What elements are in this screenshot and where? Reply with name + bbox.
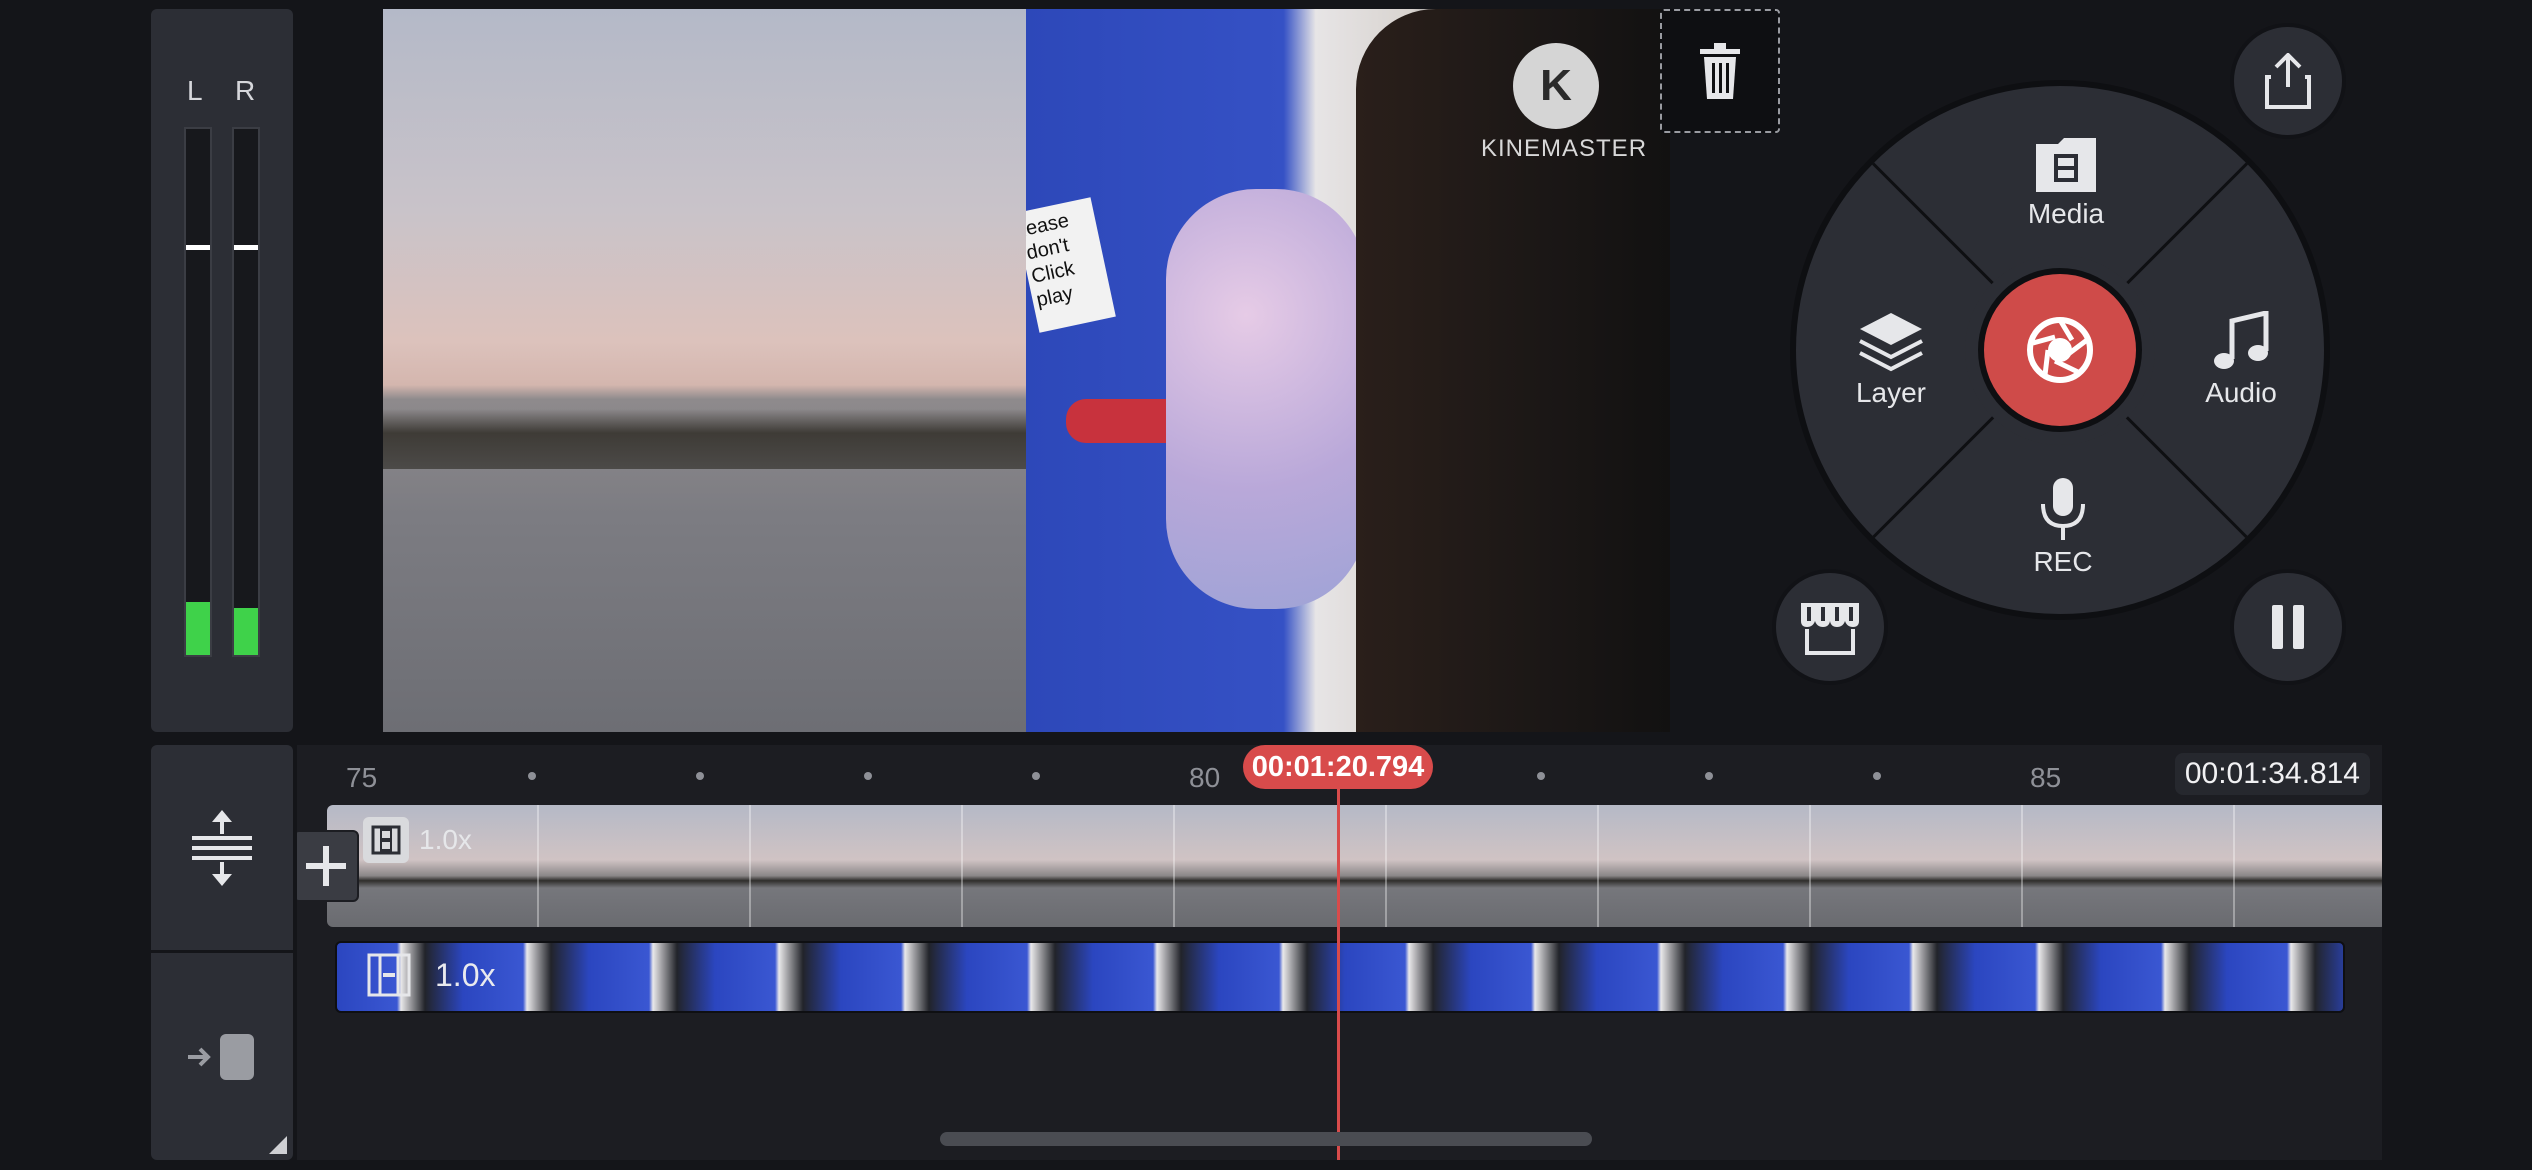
music-note-icon xyxy=(2214,311,2269,369)
camera-shutter-icon xyxy=(2027,317,2093,383)
kinemaster-logo-icon: K xyxy=(1513,43,1599,129)
plus-icon xyxy=(306,846,346,886)
ruler-dot xyxy=(1032,772,1040,780)
film-icon xyxy=(367,953,411,997)
resize-corner-icon xyxy=(269,1136,287,1154)
main-clip-speed-value: 1.0x xyxy=(419,824,472,855)
media-label: Media xyxy=(2027,198,2105,229)
share-icon xyxy=(2265,53,2311,109)
video-preview[interactable]: lease don't Click play xyxy=(383,9,1670,732)
preview-plush xyxy=(1166,189,1366,609)
frame-separator xyxy=(1597,805,1599,927)
ruler-label-75: 75 xyxy=(346,762,378,793)
ruler-dot xyxy=(1873,772,1881,780)
frame-separator xyxy=(537,805,539,927)
jump-to-start-button[interactable] xyxy=(151,953,293,1160)
layer-clip-speed: 1.0x xyxy=(367,953,495,997)
microphone-icon xyxy=(2041,478,2085,540)
audio-button[interactable]: Audio xyxy=(2166,311,2316,409)
layer-label: Layer xyxy=(1855,377,1927,408)
main-clip-speed: 1.0x xyxy=(363,817,472,863)
preview-scene-river xyxy=(383,9,1026,732)
playhead[interactable] xyxy=(1337,745,1340,1160)
ruler-dot xyxy=(1537,772,1545,780)
meter-left-level xyxy=(186,602,210,655)
meter-right-track xyxy=(232,127,260,657)
preview-shoreline xyxy=(383,409,1026,469)
pause-icon xyxy=(2272,605,2304,649)
frame-separator xyxy=(749,805,751,927)
kinemaster-watermark: K KINEMASTER xyxy=(1481,43,1648,163)
ruler-dot xyxy=(1705,772,1713,780)
film-icon xyxy=(363,817,409,863)
meter-right-label: R xyxy=(235,75,256,106)
meter-left-track xyxy=(184,127,212,657)
timeline-scrollbar[interactable] xyxy=(940,1132,1592,1146)
frame-separator xyxy=(2233,805,2235,927)
delete-button[interactable] xyxy=(1660,9,1780,133)
project-end-time: 00:01:34.814 xyxy=(2174,753,2370,795)
add-clip-button[interactable] xyxy=(297,830,359,902)
layers-icon xyxy=(1859,313,1923,372)
meter-left-peak xyxy=(186,244,210,250)
ruler-dot xyxy=(864,772,872,780)
audio-label: Audio xyxy=(2205,377,2277,408)
record-button[interactable] xyxy=(1978,268,2142,432)
rec-label: REC xyxy=(2033,546,2093,577)
preview-sticker: lease don't Click play xyxy=(1026,197,1116,333)
frame-separator xyxy=(2021,805,2023,927)
layer-button[interactable]: Layer xyxy=(1816,311,1966,409)
meter-left-label: L xyxy=(187,75,203,106)
kinemaster-watermark-text: KINEMASTER xyxy=(1481,135,1648,162)
ruler-dot xyxy=(528,772,536,780)
playhead-time[interactable]: 00:01:20.794 xyxy=(1243,745,1433,789)
meter-right-level xyxy=(234,607,258,655)
audio-meter-panel: L R xyxy=(151,9,293,732)
layer-clip-speed-value: 1.0x xyxy=(435,956,496,993)
rec-button[interactable]: REC xyxy=(1988,476,2138,578)
meter-right-peak xyxy=(234,244,258,250)
asset-store-button[interactable] xyxy=(1772,569,1888,685)
timeline-tools-panel xyxy=(151,745,293,1160)
store-icon xyxy=(1801,603,1859,655)
expand-tracks-icon xyxy=(192,809,252,886)
frame-separator xyxy=(961,805,963,927)
ruler-label-80: 80 xyxy=(1189,762,1221,793)
ruler-label-85: 85 xyxy=(2030,762,2062,793)
frame-separator xyxy=(1173,805,1175,927)
ruler-dot xyxy=(696,772,704,780)
frame-separator xyxy=(1385,805,1387,927)
media-folder-icon xyxy=(2036,138,2096,192)
action-wheel: Media Layer Audio REC xyxy=(1790,80,2330,620)
expand-tracks-button[interactable] xyxy=(151,745,293,953)
main-video-track[interactable]: 1.0x xyxy=(327,805,2382,927)
jump-to-start-icon xyxy=(188,1033,254,1080)
pause-button[interactable] xyxy=(2230,569,2346,685)
media-button[interactable]: Media xyxy=(1991,136,2141,230)
share-button[interactable] xyxy=(2230,23,2346,139)
layer-video-track[interactable]: 1.0x xyxy=(335,941,2345,1013)
frame-separator xyxy=(1809,805,1811,927)
trash-icon xyxy=(1700,43,1740,99)
